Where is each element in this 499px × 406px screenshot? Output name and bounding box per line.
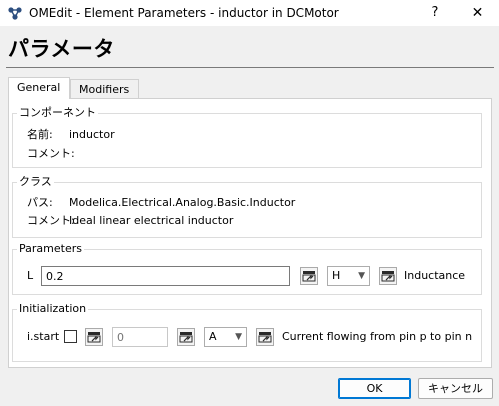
window-title: OMEdit - Element Parameters - inductor i… xyxy=(29,6,339,20)
istart-value-edit-button[interactable] xyxy=(177,328,195,346)
parameters-group: Parameters L H ▼ Inductance xyxy=(12,242,482,295)
L-value-input[interactable] xyxy=(41,266,290,286)
class-comment-label: コメント: xyxy=(27,214,75,227)
cancel-button[interactable]: キャンセル xyxy=(418,378,493,399)
page-heading: パラメータ xyxy=(8,37,115,61)
path-value: Modelica.Electrical.Analog.Basic.Inducto… xyxy=(69,196,296,209)
heading-divider xyxy=(6,67,494,68)
parameters-group-title: Parameters xyxy=(17,242,84,256)
L-unit-value: H xyxy=(332,269,341,282)
component-comment-label: コメント: xyxy=(27,147,75,160)
close-button[interactable]: ✕ xyxy=(456,0,499,26)
edit-value-icon xyxy=(302,271,316,282)
class-group-title: クラス xyxy=(17,175,54,189)
chevron-down-icon: ▼ xyxy=(358,271,365,281)
component-group-title: コンポーネント xyxy=(17,106,98,120)
L-label: L xyxy=(27,269,34,282)
tab-general[interactable]: General xyxy=(8,77,70,99)
tab-modifiers[interactable]: Modifiers xyxy=(70,79,139,99)
help-button[interactable]: ? xyxy=(418,0,452,26)
component-group: コンポーネント 名前: inductor コメント: xyxy=(12,106,482,168)
istart-description: Current flowing from pin p to pin n xyxy=(282,330,473,343)
ok-button[interactable]: OK xyxy=(338,378,411,399)
edit-value-icon xyxy=(87,332,101,343)
class-comment-value: Ideal linear electrical inductor xyxy=(69,214,234,227)
istart-value-input[interactable] xyxy=(112,327,168,347)
istart-unit-select[interactable]: A ▼ xyxy=(204,327,247,347)
istart-unit-value: A xyxy=(209,330,217,343)
class-group: クラス パス: Modelica.Electrical.Analog.Basic… xyxy=(12,175,482,238)
L-edit-button[interactable] xyxy=(300,267,318,285)
title-bar: OMEdit - Element Parameters - inductor i… xyxy=(0,0,499,26)
istart-fixed-checkbox[interactable] xyxy=(64,330,77,343)
L-unit-edit-button[interactable] xyxy=(379,267,397,285)
omedit-app-icon xyxy=(7,5,23,21)
istart-label: i.start xyxy=(27,330,60,343)
istart-unit-edit-button[interactable] xyxy=(256,328,274,346)
name-label: 名前: xyxy=(27,128,53,141)
L-description: Inductance xyxy=(404,269,466,282)
L-unit-select[interactable]: H ▼ xyxy=(327,266,370,286)
path-label: パス: xyxy=(27,196,53,209)
edit-value-icon xyxy=(179,332,193,343)
initialization-group-title: Initialization xyxy=(17,302,89,316)
edit-value-icon xyxy=(258,332,272,343)
istart-fixed-edit-button[interactable] xyxy=(85,328,103,346)
initialization-group: Initialization i.start A ▼ Current flowi… xyxy=(12,302,482,362)
name-value: inductor xyxy=(69,128,115,141)
chevron-down-icon: ▼ xyxy=(235,332,242,342)
edit-value-icon xyxy=(381,271,395,282)
